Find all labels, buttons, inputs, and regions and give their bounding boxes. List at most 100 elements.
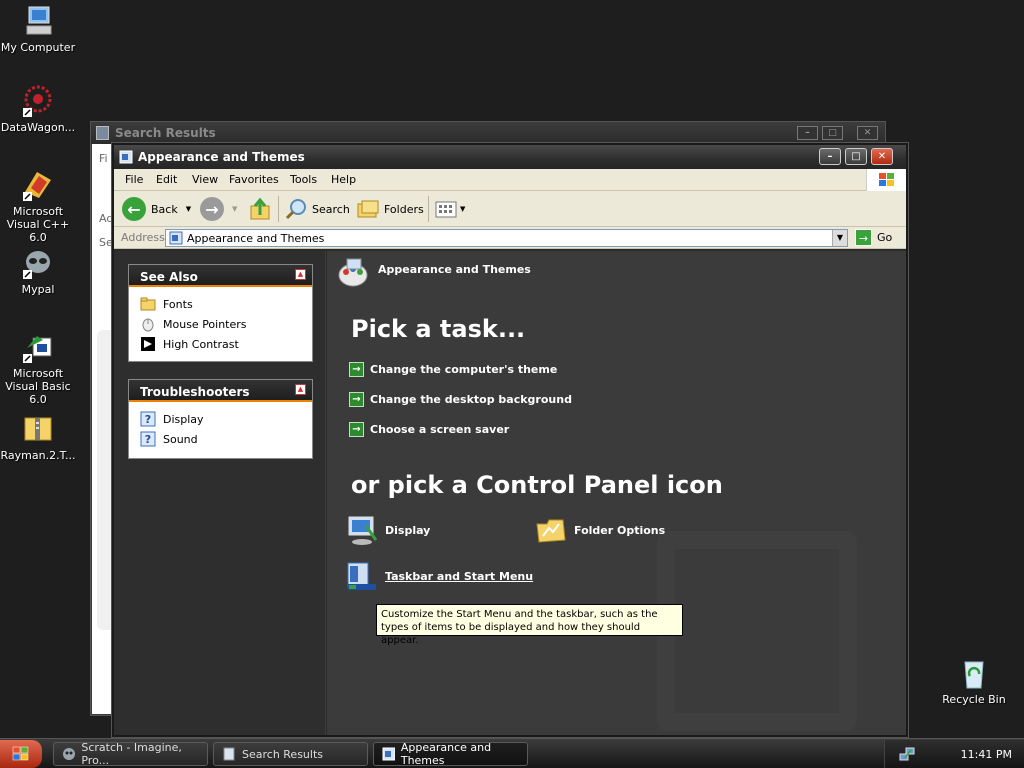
desktop-icon-label: Mypal (21, 283, 55, 296)
svg-text:?: ? (145, 413, 151, 426)
desktop-icon-datawagon[interactable]: DataWagon... (0, 84, 78, 134)
menu-edit[interactable]: Edit (156, 173, 177, 186)
task-arrow-icon: → (349, 392, 364, 407)
desktop-icon-my-computer[interactable]: My Computer (0, 4, 78, 54)
troubleshooter-item-sound[interactable]: ? Sound (129, 429, 312, 449)
document-icon (223, 747, 235, 761)
maximize-button[interactable]: □ (822, 126, 843, 140)
folder-options-icon (535, 514, 567, 546)
desktop-icon-label: Recycle Bin (942, 693, 1006, 706)
desktop-icon-visual-cpp[interactable]: Microsoft Visual C++ 6.0 (0, 168, 78, 244)
desktop-icon-label: Microsoft Visual C++ 6.0 (6, 205, 70, 244)
task-label: Choose a screen saver (370, 423, 510, 436)
menu-file[interactable]: File (125, 173, 143, 186)
folders-button[interactable]: Folders (356, 197, 424, 221)
task-pane: See Also ▲ Fonts Mouse Pointers High Con… (114, 251, 326, 735)
taskbar-button-search-results[interactable]: Search Results (213, 742, 368, 766)
up-button[interactable] (248, 197, 272, 221)
see-also-label: High Contrast (163, 337, 239, 351)
views-button[interactable]: ▼ (434, 197, 465, 221)
taskbar-button-label: Scratch - Imagine, Pro... (81, 741, 182, 767)
task-arrow-icon: → (349, 422, 364, 437)
control-panel-icon (169, 231, 183, 245)
mouse-icon (140, 316, 156, 332)
close-button[interactable]: ✕ (857, 126, 878, 140)
taskbar: Scratch - Imagine, Pro... Search Results… (0, 738, 1024, 768)
taskbar-button-label: Appearance and Themes (400, 741, 492, 767)
desktop-icon-rayman[interactable]: Rayman.2.T... (0, 412, 78, 462)
document-icon (96, 126, 109, 140)
see-also-item-fonts[interactable]: Fonts (129, 294, 312, 314)
folders-label: Folders (384, 202, 424, 216)
task-change-theme[interactable]: → Change the computer's theme (349, 362, 557, 377)
see-also-header[interactable]: See Also ▲ (129, 265, 312, 287)
troubleshooter-label: Display (163, 412, 204, 426)
chevron-down-icon: ▼ (185, 205, 192, 213)
window-titlebar[interactable]: Appearance and Themes – □ ✕ (114, 145, 906, 169)
minimize-button[interactable]: – (797, 126, 818, 140)
control-panel-icon (119, 150, 133, 164)
cp-icon-taskbar-start-menu[interactable]: Taskbar and Start Menu (346, 560, 533, 592)
menu-tools[interactable]: Tools (290, 173, 317, 186)
cp-icon-label: Display (385, 523, 431, 537)
close-button[interactable]: ✕ (871, 148, 893, 165)
chevron-down-icon: ▼ (460, 205, 466, 213)
desktop-icon-recycle-bin[interactable]: Recycle Bin (934, 656, 1014, 706)
address-bar: Address Appearance and Themes ▼ → Go (114, 227, 906, 249)
taskbar-button-scratch[interactable]: Scratch - Imagine, Pro... (53, 741, 208, 767)
appearance-themes-window[interactable]: Appearance and Themes – □ ✕ File Edit Vi… (112, 143, 908, 737)
back-arrow-icon: ← (122, 197, 146, 221)
cp-icon-folder-options[interactable]: Folder Options (535, 514, 665, 546)
back-button[interactable]: ← Back ▼ (122, 197, 191, 221)
troubleshooters-header[interactable]: Troubleshooters ▲ (129, 380, 312, 402)
menu-help[interactable]: Help (331, 173, 356, 186)
collapse-icon[interactable]: ▲ (295, 269, 306, 280)
taskbar-start-menu-icon (346, 560, 378, 592)
content-pane: Appearance and Themes Pick a task... → C… (327, 251, 906, 735)
forward-button[interactable]: → ▼ (200, 197, 237, 221)
task-label: Change the computer's theme (370, 363, 558, 376)
help-icon: ? (140, 431, 156, 447)
minimize-button[interactable]: – (819, 148, 841, 165)
see-also-item-mouse-pointers[interactable]: Mouse Pointers (129, 314, 312, 334)
desktop-icon-mypal[interactable]: Mypal (0, 246, 78, 296)
troubleshooter-item-display[interactable]: ? Display (129, 409, 312, 429)
display-icon (346, 514, 378, 546)
toolbar: ← Back ▼ → ▼ Search Folders ▼ (114, 191, 906, 227)
search-results-title: Search Results (115, 126, 216, 140)
search-results-titlebar[interactable]: Search Results – □ ✕ (91, 122, 885, 144)
control-panel-icon (382, 747, 395, 761)
go-button[interactable]: → Go (855, 229, 892, 246)
start-button[interactable] (0, 740, 42, 768)
appearance-themes-icon (338, 258, 368, 287)
taskbar-button-appearance-themes[interactable]: Appearance and Themes (373, 741, 528, 767)
menu-bar: File Edit View Favorites Tools Help (114, 169, 906, 191)
troubleshooters-title: Troubleshooters (140, 385, 250, 399)
task-screen-saver[interactable]: → Choose a screen saver (349, 422, 509, 437)
menu-view[interactable]: View (192, 173, 218, 186)
collapse-icon[interactable]: ▲ (295, 384, 306, 395)
search-label: Search (312, 202, 350, 216)
help-icon: ? (140, 411, 156, 427)
background-watermark (657, 531, 857, 731)
recycle-bin-icon (957, 656, 991, 690)
menu-favorites[interactable]: Favorites (229, 173, 279, 186)
desktop-icon-visual-basic[interactable]: Microsoft Visual Basic 6.0 (0, 330, 78, 406)
see-also-item-high-contrast[interactable]: High Contrast (129, 334, 312, 354)
tooltip: Customize the Start Menu and the taskbar… (376, 604, 683, 646)
desktop-icon-label: My Computer (0, 41, 76, 54)
mypal-icon (21, 246, 55, 280)
network-icon[interactable] (899, 746, 915, 762)
address-value: Appearance and Themes (187, 232, 325, 245)
views-icon (435, 201, 457, 218)
clock[interactable]: 11:41 PM (961, 748, 1012, 761)
search-button[interactable]: Search (284, 197, 350, 221)
task-change-background[interactable]: → Change the desktop background (349, 392, 572, 407)
address-field[interactable]: Appearance and Themes ▼ (165, 229, 848, 247)
see-also-label: Mouse Pointers (163, 317, 247, 331)
cp-icon-display[interactable]: Display (346, 514, 430, 546)
maximize-button[interactable]: □ (845, 148, 867, 165)
address-dropdown-button[interactable]: ▼ (832, 230, 847, 246)
task-label: Change the desktop background (370, 393, 572, 406)
visual-basic-icon (21, 330, 55, 364)
